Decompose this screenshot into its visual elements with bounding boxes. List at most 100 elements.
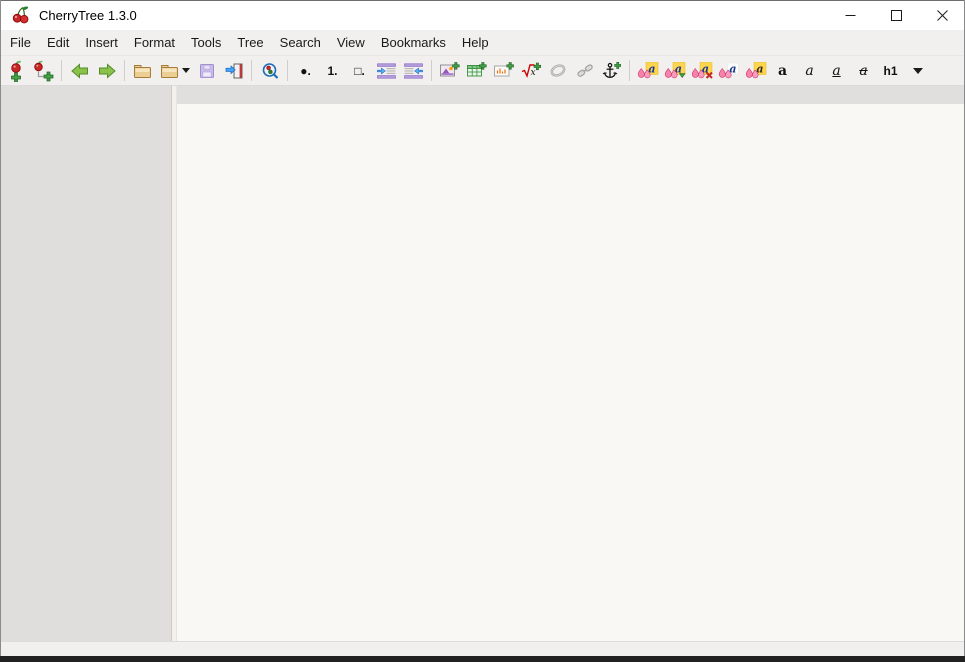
todo-list-icon: □. bbox=[354, 63, 365, 78]
editor-column bbox=[177, 86, 965, 641]
h1-icon: h1 bbox=[883, 63, 898, 78]
formula-plus-icon: x bbox=[521, 62, 541, 79]
bullet-list-button[interactable]: ●. bbox=[292, 58, 319, 84]
menu-file[interactable]: File bbox=[2, 30, 39, 55]
insert-table-button[interactable] bbox=[463, 58, 490, 84]
insert-codebox-button[interactable] bbox=[490, 58, 517, 84]
find-in-nodes-button[interactable] bbox=[256, 58, 283, 84]
new-subnode-button[interactable] bbox=[30, 58, 57, 84]
menu-tree[interactable]: Tree bbox=[229, 30, 271, 55]
format-apply-button[interactable]: a bbox=[661, 58, 688, 84]
window-controls bbox=[827, 0, 965, 30]
bold-a-icon: a bbox=[777, 62, 788, 79]
titlebar: CherryTree 1.3.0 bbox=[0, 0, 965, 30]
menubar: File Edit Insert Format Tools Tree Searc… bbox=[0, 30, 965, 56]
anchor-plus-icon bbox=[602, 61, 621, 80]
go-back-button[interactable] bbox=[66, 58, 93, 84]
chevron-down-icon bbox=[912, 67, 923, 74]
underline-button[interactable]: a bbox=[823, 58, 850, 84]
go-forward-button[interactable] bbox=[93, 58, 120, 84]
numbered-list-icon: 1. bbox=[327, 63, 338, 78]
cherries-highlight-a-x-icon: a bbox=[691, 61, 713, 80]
toolbar-separator bbox=[61, 60, 62, 81]
link-segments-icon bbox=[576, 63, 594, 78]
heading-menu-button[interactable] bbox=[904, 58, 931, 84]
minimize-button[interactable] bbox=[827, 0, 873, 30]
new-node-button[interactable] bbox=[3, 58, 30, 84]
floppy-disk-icon bbox=[199, 63, 215, 79]
table-plus-icon bbox=[466, 62, 487, 79]
application-window: CherryTree 1.3.0 File Edit Insert Format… bbox=[0, 0, 965, 662]
toolbar-separator bbox=[251, 60, 252, 81]
editor-header-band bbox=[177, 86, 965, 104]
cherries-highlight-a-icon: a bbox=[637, 61, 659, 80]
codebox-plus-icon bbox=[493, 62, 514, 79]
folder-icon bbox=[133, 63, 152, 79]
cherries-blue-a-icon: a bbox=[718, 62, 740, 80]
edit-link-button[interactable] bbox=[571, 58, 598, 84]
cherry-subnode-plus-icon bbox=[33, 60, 54, 82]
strikethrough-a-icon: a bbox=[859, 62, 868, 79]
insert-image-button[interactable] bbox=[436, 58, 463, 84]
menu-bookmarks[interactable]: Bookmarks bbox=[373, 30, 454, 55]
bold-button[interactable]: a bbox=[769, 58, 796, 84]
cherry-plus-icon bbox=[8, 60, 26, 82]
save-as-button[interactable] bbox=[220, 58, 247, 84]
indent-left-icon bbox=[404, 63, 423, 79]
numbered-list-button[interactable]: 1. bbox=[319, 58, 346, 84]
indent-increase-button[interactable] bbox=[373, 58, 400, 84]
format-remove-button[interactable]: a bbox=[688, 58, 715, 84]
window-title: CherryTree 1.3.0 bbox=[39, 7, 137, 23]
back-arrow-icon bbox=[70, 62, 89, 79]
open-recent-button[interactable] bbox=[156, 58, 193, 84]
window-border-left bbox=[0, 0, 1, 656]
background-color-button[interactable]: a bbox=[742, 58, 769, 84]
heading-h1-button[interactable]: h1 bbox=[877, 58, 904, 84]
foreground-color-button[interactable]: a bbox=[715, 58, 742, 84]
image-plus-icon bbox=[439, 62, 460, 79]
insert-anchor-button[interactable] bbox=[598, 58, 625, 84]
cherries-yellow-a-icon: a bbox=[745, 61, 767, 80]
window-border-bottom bbox=[0, 656, 965, 662]
underline-a-icon: a bbox=[832, 62, 841, 79]
toolbar-separator bbox=[124, 60, 125, 81]
menu-view[interactable]: View bbox=[329, 30, 373, 55]
strikethrough-button[interactable]: a bbox=[850, 58, 877, 84]
indent-decrease-button[interactable] bbox=[400, 58, 427, 84]
statusbar bbox=[0, 641, 965, 656]
todo-list-button[interactable]: □. bbox=[346, 58, 373, 84]
menu-tools[interactable]: Tools bbox=[183, 30, 229, 55]
folder-icon bbox=[160, 63, 179, 79]
menu-help[interactable]: Help bbox=[454, 30, 497, 55]
menu-edit[interactable]: Edit bbox=[39, 30, 77, 55]
node-tree-panel[interactable] bbox=[0, 86, 171, 641]
forward-arrow-icon bbox=[98, 62, 116, 79]
format-latest-button[interactable]: a bbox=[634, 58, 661, 84]
insert-link-button[interactable] bbox=[544, 58, 571, 84]
italic-a-icon: a bbox=[805, 62, 814, 79]
app-cherries-icon bbox=[11, 5, 31, 25]
text-editor-area[interactable] bbox=[177, 104, 965, 641]
main-area bbox=[0, 86, 965, 641]
indent-right-icon bbox=[377, 63, 396, 79]
open-file-button[interactable] bbox=[129, 58, 156, 84]
bullet-list-icon: ●. bbox=[300, 63, 311, 78]
toolbar-separator bbox=[431, 60, 432, 81]
close-button[interactable] bbox=[919, 0, 965, 30]
svg-text:x: x bbox=[530, 68, 535, 78]
menu-search[interactable]: Search bbox=[272, 30, 329, 55]
menu-insert[interactable]: Insert bbox=[77, 30, 126, 55]
insert-latex-button[interactable]: x bbox=[517, 58, 544, 84]
save-button[interactable] bbox=[193, 58, 220, 84]
window-border-top bbox=[0, 0, 965, 1]
menu-format[interactable]: Format bbox=[126, 30, 183, 55]
magnifier-cherries-icon bbox=[261, 62, 279, 80]
maximize-button[interactable] bbox=[873, 0, 919, 30]
chevron-down-icon bbox=[181, 68, 190, 73]
floppy-arrow-icon bbox=[225, 63, 243, 79]
toolbar: ●. 1. □. x a a a a a a a a a h1 bbox=[0, 56, 965, 86]
toolbar-separator bbox=[629, 60, 630, 81]
link-chain-icon bbox=[549, 63, 567, 78]
italic-button[interactable]: a bbox=[796, 58, 823, 84]
cherries-highlight-a-green-icon: a bbox=[664, 61, 686, 80]
